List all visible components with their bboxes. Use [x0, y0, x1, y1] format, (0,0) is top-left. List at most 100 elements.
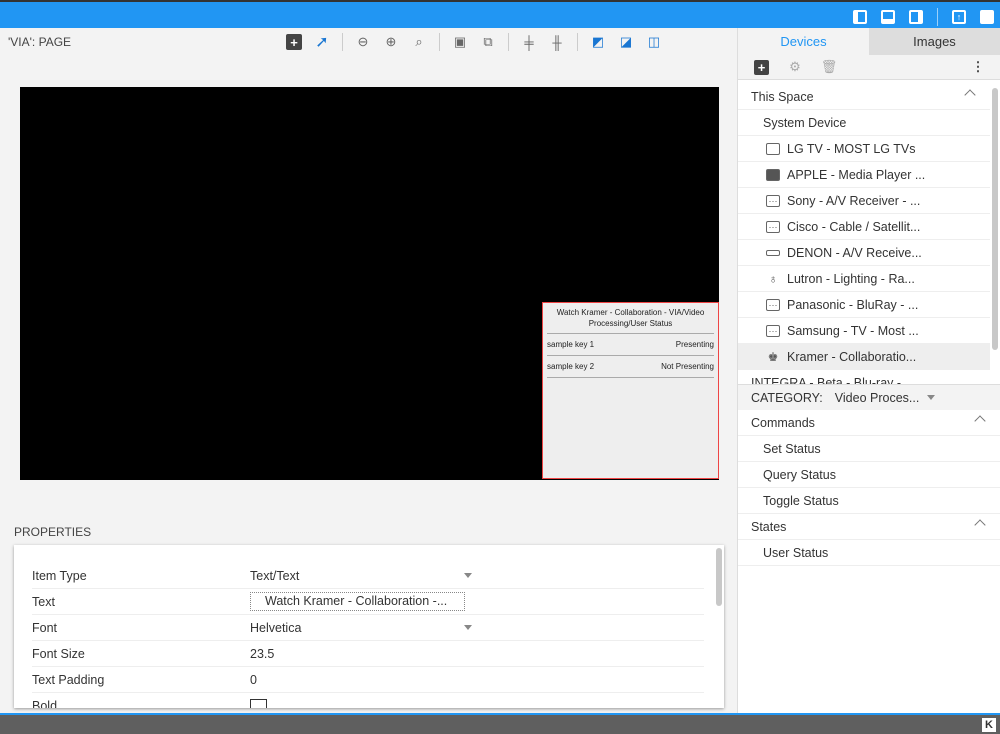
item-label: Samsung - TV - Most ... — [787, 323, 919, 338]
more-vert-icon[interactable]: ⋮ — [970, 59, 986, 75]
tab-devices[interactable]: Devices — [738, 28, 869, 55]
device-list-scrollbar[interactable] — [992, 88, 998, 350]
group-icon[interactable]: ▣ — [452, 34, 468, 50]
list-item[interactable]: ♁ Lutron - Lighting - Ra... — [738, 266, 990, 292]
property-label: Text — [32, 594, 55, 609]
list-item[interactable]: APPLE - Media Player ... — [738, 162, 990, 188]
widget-row: sample key 1 Presenting — [547, 334, 714, 356]
upload-icon[interactable]: ↑ — [952, 10, 966, 24]
align-horizontal-icon[interactable]: ╪ — [521, 34, 537, 50]
layout-bottom-icon[interactable] — [881, 10, 895, 24]
command-item[interactable]: Set Status — [738, 436, 1000, 462]
list-item-selected[interactable]: ♚ Kramer - Collaboratio... — [738, 344, 990, 370]
properties-header: PROPERTIES — [14, 525, 92, 539]
caret-down-icon — [927, 395, 936, 400]
page-title: 'VIA': PAGE — [8, 34, 72, 49]
save-icon[interactable] — [980, 10, 994, 24]
list-item[interactable]: ··· Panasonic - BluRay - ... — [738, 292, 990, 318]
pointer-icon[interactable]: ➚ — [314, 34, 330, 51]
zoom-out-icon[interactable]: ⊖ — [355, 34, 371, 50]
chevron-up-icon[interactable] — [974, 415, 986, 427]
item-label: Sony - A/V Receiver - ... — [787, 193, 921, 208]
section-commands[interactable]: Commands — [738, 410, 1000, 436]
command-list: Commands Set Status Query Status Toggle … — [738, 410, 1000, 566]
grid-layout-icon[interactable]: ◫ — [646, 34, 662, 50]
divider — [342, 33, 343, 51]
list-item[interactable]: ··· Cisco - Cable / Satellit... — [738, 214, 990, 240]
add-device-icon[interactable]: + — [754, 59, 769, 75]
list-item-system-device[interactable]: System Device — [738, 110, 990, 136]
row-key: sample key 2 — [547, 362, 595, 371]
ungroup-icon[interactable]: ⧉ — [480, 34, 496, 50]
list-item[interactable]: ··· Samsung - TV - Most ... — [738, 318, 990, 344]
item-label: DENON - A/V Receive... — [787, 245, 922, 260]
bring-front-icon[interactable]: ◪ — [618, 34, 634, 50]
status-widget[interactable]: Watch Kramer - Collaboration - VIA/Video… — [542, 302, 719, 479]
tab-images[interactable]: Images — [869, 28, 1000, 55]
category-select[interactable]: Video Proces... — [835, 391, 920, 405]
device-icon: ··· — [766, 220, 780, 233]
trash-icon[interactable]: 🗑 — [821, 59, 838, 75]
list-item[interactable]: DENON - A/V Receive... — [738, 240, 990, 266]
layout-right-icon[interactable] — [909, 10, 923, 24]
device-list: This Space System Device LG TV - MOST LG… — [738, 84, 990, 384]
item-label: Panasonic - BluRay - ... — [787, 297, 919, 312]
section-label: This Space — [751, 89, 814, 104]
chevron-up-icon[interactable] — [964, 89, 976, 101]
property-label: Font Size — [32, 646, 85, 661]
command-item[interactable]: Query Status — [738, 462, 1000, 488]
collaboration-icon: ♚ — [767, 349, 779, 364]
property-font[interactable]: Font Helvetica — [32, 615, 704, 641]
item-label: Query Status — [763, 467, 836, 482]
list-item[interactable]: ··· Sony - A/V Receiver - ... — [738, 188, 990, 214]
property-value: Text/Text — [250, 568, 300, 583]
lightbulb-icon: ♁ — [768, 271, 778, 286]
devices-toolbar: + ⚙ 🗑 ⋮ — [738, 55, 1000, 80]
property-label: Bold — [32, 698, 58, 709]
layout-left-icon[interactable] — [853, 10, 867, 24]
caret-down-icon — [464, 572, 472, 578]
list-item[interactable]: LG TV - MOST LG TVs — [738, 136, 990, 162]
item-label: Set Status — [763, 441, 821, 456]
divider — [577, 33, 578, 51]
item-type-select[interactable]: Text/Text — [250, 569, 472, 583]
top-bar: ↑ — [0, 0, 1000, 28]
divider — [937, 8, 938, 26]
state-item[interactable]: User Status — [738, 540, 1000, 566]
font-size-input[interactable]: 23.5 — [250, 647, 472, 661]
caret-down-icon — [464, 624, 472, 630]
properties-scrollbar[interactable] — [716, 548, 722, 606]
bold-checkbox[interactable] — [250, 698, 267, 708]
page-canvas[interactable]: Watch Kramer - Collaboration - VIA/Video… — [20, 87, 719, 480]
list-item[interactable]: INTEGRA - Beta - Blu-ray - ... — [738, 370, 990, 385]
add-icon[interactable]: + — [286, 34, 302, 50]
item-label: User Status — [763, 545, 829, 560]
row-value: Presenting — [675, 340, 714, 349]
section-states[interactable]: States — [738, 514, 1000, 540]
device-icon: ··· — [766, 298, 780, 311]
command-item[interactable]: Toggle Status — [738, 488, 1000, 514]
widget-title: Watch Kramer - Collaboration - VIA/Video… — [547, 307, 714, 334]
row-value: Not Presenting — [661, 362, 714, 371]
chevron-up-icon[interactable] — [974, 519, 986, 531]
section-this-space[interactable]: This Space — [738, 84, 990, 110]
item-label: Cisco - Cable / Satellit... — [787, 219, 921, 234]
property-label: Text Padding — [32, 672, 105, 687]
font-select[interactable]: Helvetica — [250, 621, 472, 635]
bottom-bar: K — [0, 713, 1000, 734]
align-vertical-icon[interactable]: ╫ — [549, 34, 565, 50]
section-label: Commands — [751, 415, 815, 430]
tv-icon — [766, 142, 780, 155]
send-back-icon[interactable]: ◩ — [590, 34, 606, 50]
zoom-fit-icon[interactable]: ⌕ — [411, 34, 427, 50]
property-item-type[interactable]: Item Type Text/Text — [32, 563, 704, 589]
device-settings-icon[interactable]: ⚙ — [787, 59, 803, 75]
zoom-in-icon[interactable]: ⊕ — [383, 34, 399, 50]
media-player-icon — [766, 168, 780, 181]
text-padding-input[interactable]: 0 — [250, 673, 472, 687]
item-label: Kramer - Collaboratio... — [787, 349, 917, 364]
item-label: System Device — [763, 115, 847, 130]
text-input[interactable]: Watch Kramer - Collaboration -... — [250, 592, 465, 611]
widget-row: sample key 2 Not Presenting — [547, 356, 714, 378]
category-filter[interactable]: CATEGORY: Video Proces... — [738, 384, 1000, 410]
